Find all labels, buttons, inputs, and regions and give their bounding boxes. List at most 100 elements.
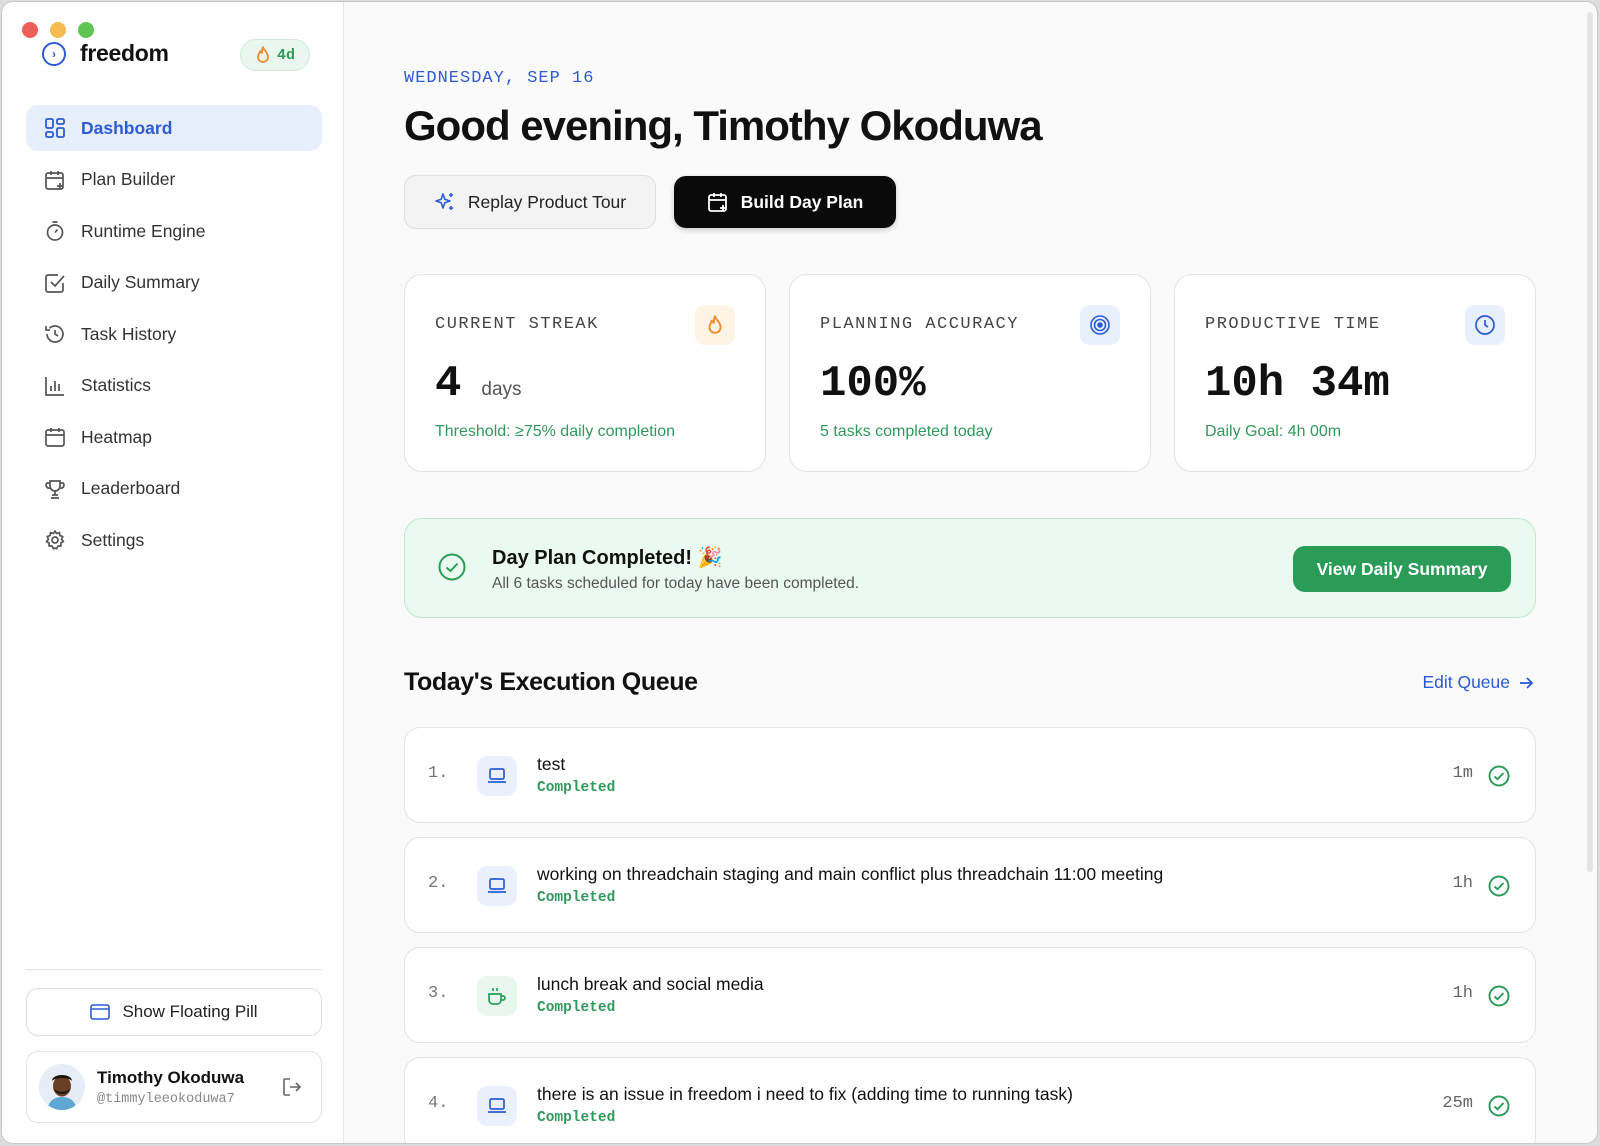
sidebar-divider — [26, 969, 322, 970]
logout-icon[interactable] — [281, 1076, 303, 1098]
sidebar-nav: Dashboard Plan Builder Runtime Engine Da… — [26, 105, 322, 569]
task-row[interactable]: 2. working on threadchain staging and ma… — [404, 837, 1536, 933]
sidebar-item-daily-summary[interactable]: Daily Summary — [26, 260, 322, 306]
bar-chart-icon — [45, 376, 64, 396]
main-content: WEDNESDAY, SEP 16 Good evening, Timothy … — [404, 2, 1536, 1143]
task-duration: 1m — [1452, 764, 1473, 783]
page-title: Good evening, Timothy Okoduwa — [404, 102, 1043, 149]
sidebar-item-statistics[interactable]: Statistics — [26, 363, 322, 409]
laptop-icon — [477, 756, 517, 796]
sidebar-item-label: Statistics — [81, 375, 152, 395]
brand[interactable]: › freedom — [42, 40, 169, 67]
stat-unit: days — [481, 379, 522, 400]
minimize-window-button[interactable] — [50, 22, 66, 38]
scrollbar[interactable] — [1587, 12, 1593, 872]
stat-card-productive-time: PRODUCTIVE TIME 10h 34m Daily Goal: 4h 0… — [1174, 274, 1536, 472]
task-duration: 1h — [1452, 984, 1473, 1003]
task-number: 3. — [428, 984, 449, 1003]
check-circle-icon — [1488, 875, 1510, 897]
stat-value: 4 days — [435, 359, 522, 409]
clock-icon — [1465, 305, 1505, 345]
user-info: Timothy Okoduwa @timmyleeokoduwa7 — [97, 1068, 244, 1107]
stat-value: 100% — [820, 359, 926, 409]
sidebar-item-leaderboard[interactable]: Leaderboard — [26, 466, 322, 512]
build-day-plan-button[interactable]: Build Day Plan — [674, 176, 896, 228]
streak-badge: 4d — [240, 39, 311, 71]
task-number: 1. — [428, 764, 449, 783]
task-duration: 25m — [1442, 1094, 1473, 1113]
user-name: Timothy Okoduwa — [97, 1067, 245, 1087]
date-label: WEDNESDAY, SEP 16 — [404, 69, 595, 88]
check-circle-icon — [1488, 1095, 1510, 1117]
freedom-logo-icon: › — [42, 41, 66, 66]
sidebar-item-label: Runtime Engine — [81, 220, 206, 241]
task-duration: 1h — [1452, 874, 1473, 893]
window-icon — [90, 1004, 111, 1020]
task-name: test — [537, 754, 566, 774]
arrow-right-icon — [1520, 676, 1534, 689]
flame-icon — [257, 46, 269, 63]
laptop-icon — [477, 1086, 517, 1126]
task-row[interactable]: 1. test Completed 1m — [404, 727, 1536, 823]
banner-subtitle: All 6 tasks scheduled for today have bee… — [492, 575, 860, 592]
user-handle: @timmyleeokoduwa7 — [97, 1091, 235, 1107]
sparkles-icon — [435, 193, 453, 210]
stat-label: CURRENT STREAK — [435, 315, 599, 334]
stat-subtitle: 5 tasks completed today — [820, 423, 993, 440]
sidebar-item-plan-builder[interactable]: Plan Builder — [26, 157, 322, 203]
zoom-window-button[interactable] — [78, 22, 94, 38]
sidebar-item-label: Daily Summary — [81, 272, 200, 292]
avatar-image — [39, 1064, 85, 1110]
calendar-plus-icon — [707, 193, 727, 212]
banner-title: Day Plan Completed! 🎉 — [492, 547, 723, 569]
stat-label: PLANNING ACCURACY — [820, 315, 1019, 334]
replay-product-tour-label: Replay Product Tour — [467, 191, 627, 212]
replay-product-tour-button[interactable]: Replay Product Tour — [404, 175, 656, 229]
flame-icon — [695, 305, 735, 345]
task-row[interactable]: 3. lunch break and social media Complete… — [404, 947, 1536, 1043]
task-row[interactable]: 4. there is an issue in freedom i need t… — [404, 1057, 1536, 1143]
stat-value: 10h 34m — [1205, 359, 1390, 409]
stat-subtitle: Threshold: ≥75% daily completion — [435, 423, 676, 440]
edit-queue-label: Edit Queue — [1422, 672, 1510, 692]
avatar[interactable] — [39, 1064, 85, 1110]
task-number: 4. — [428, 1094, 449, 1113]
view-daily-summary-button[interactable]: View Daily Summary — [1293, 546, 1511, 592]
close-window-button[interactable] — [22, 22, 38, 38]
trophy-icon — [45, 479, 65, 499]
app-name: freedom — [80, 40, 169, 66]
edit-queue-link[interactable]: Edit Queue — [1422, 672, 1534, 693]
sidebar-item-runtime-engine[interactable]: Runtime Engine — [26, 208, 322, 254]
task-status: Completed — [537, 890, 616, 906]
queue-title: Today's Execution Queue — [404, 668, 698, 696]
sidebar-item-label: Heatmap — [81, 426, 153, 447]
calendar-icon — [45, 428, 65, 447]
stat-card-planning-accuracy: PLANNING ACCURACY 100% 5 tasks completed… — [789, 274, 1151, 472]
stat-value-number: 4 — [435, 359, 462, 409]
sidebar: › freedom 4d Dashboard Plan Builder Runt… — [2, 2, 344, 1143]
dashboard-grid-icon — [45, 118, 65, 138]
build-day-plan-label: Build Day Plan — [740, 191, 864, 212]
stat-subtitle: Daily Goal: 4h 00m — [1205, 423, 1342, 440]
show-floating-pill-button[interactable]: Show Floating Pill — [26, 988, 322, 1036]
sidebar-item-label: Plan Builder — [81, 169, 176, 189]
task-name: lunch break and social media — [537, 974, 764, 994]
target-icon — [1080, 305, 1120, 345]
day-plan-completed-banner: Day Plan Completed! 🎉 All 6 tasks schedu… — [404, 518, 1536, 618]
coffee-icon — [477, 976, 517, 1016]
task-status: Completed — [537, 1110, 616, 1126]
sidebar-item-label: Settings — [81, 529, 145, 550]
timer-icon — [46, 221, 64, 241]
sidebar-item-dashboard[interactable]: Dashboard — [26, 105, 322, 151]
sidebar-item-heatmap[interactable]: Heatmap — [26, 414, 322, 460]
user-card: Timothy Okoduwa @timmyleeokoduwa7 — [26, 1051, 322, 1123]
task-name: working on threadchain staging and main … — [537, 864, 1164, 884]
sidebar-item-task-history[interactable]: Task History — [26, 311, 322, 357]
sidebar-item-settings[interactable]: Settings — [26, 517, 322, 563]
task-name: there is an issue in freedom i need to f… — [537, 1084, 1073, 1104]
show-floating-pill-label: Show Floating Pill — [122, 1002, 258, 1021]
calendar-plus-icon — [45, 170, 64, 190]
streak-badge-label: 4d — [277, 46, 296, 64]
app-window: › freedom 4d Dashboard Plan Builder Runt… — [1, 1, 1598, 1144]
history-icon — [45, 325, 64, 343]
